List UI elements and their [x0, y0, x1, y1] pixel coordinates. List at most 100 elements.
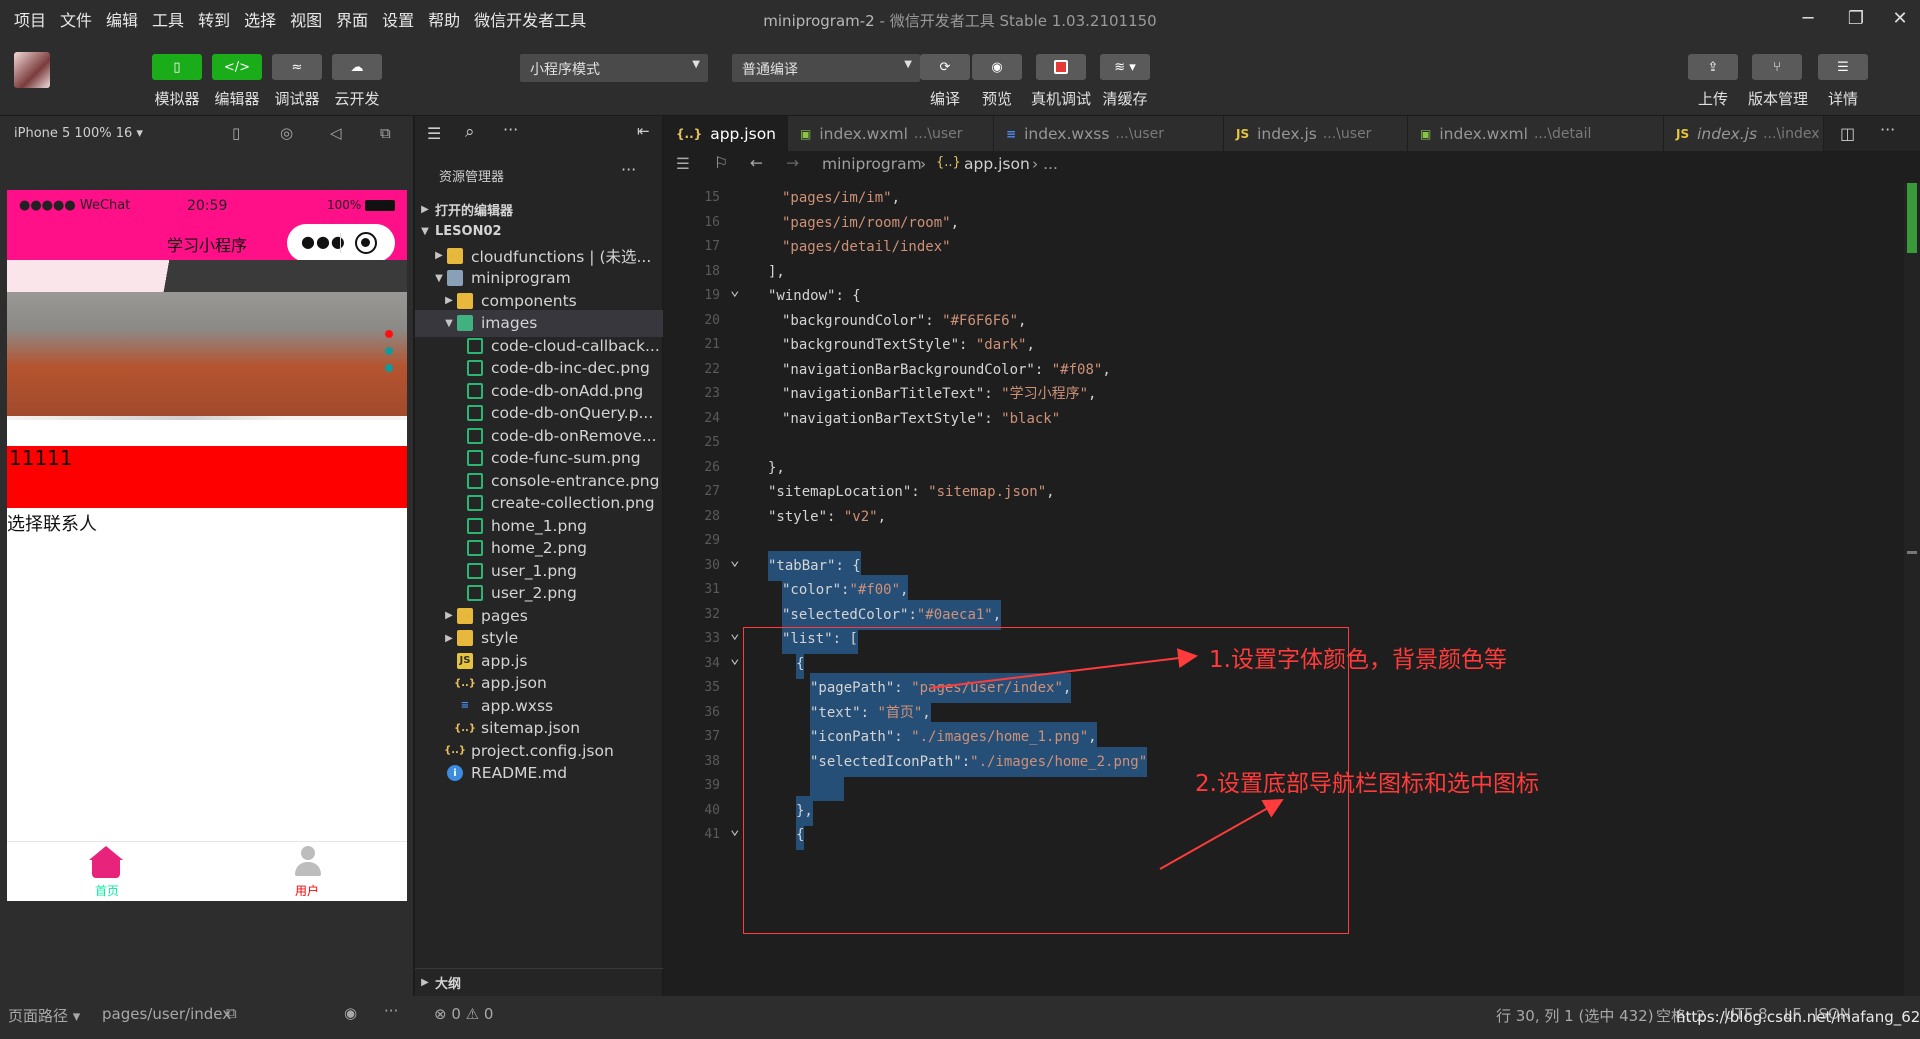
list-icon[interactable]: ☰ — [676, 155, 690, 173]
menu-edit[interactable]: 编辑 — [106, 7, 138, 31]
forward-arrow-icon[interactable]: → — [786, 154, 799, 172]
explorer-more-icon[interactable]: ··· — [621, 160, 636, 179]
status-battery: 100% — [327, 198, 362, 212]
chevron-down-icon[interactable]: ▼ — [441, 318, 457, 329]
chevron-right-icon[interactable]: ▶ — [441, 610, 457, 621]
swiper-banner[interactable] — [7, 260, 407, 420]
compile-select[interactable]: 普通编译 ▼ — [732, 54, 920, 82]
editor-tab-path: ...\detail — [1533, 125, 1592, 142]
status-bar-left: 页面路径 ▾ pages/user/index ⧉ ◉ ··· ⊗ 0 ⚠ 0 — [0, 996, 664, 1039]
window-icon[interactable]: ⧉ — [380, 124, 391, 142]
eye-icon[interactable]: ◉ — [344, 1004, 357, 1022]
clear-cache-button[interactable]: ≋ ▾ — [1100, 54, 1150, 80]
editor-tab[interactable]: {..}app.json✕ — [664, 116, 806, 151]
project-section[interactable]: ▼ LESON02 — [415, 218, 663, 245]
upload-button[interactable]: ⇪ — [1688, 54, 1738, 80]
menu-goto[interactable]: 转到 — [198, 7, 230, 31]
clear-cache-label: 清缓存 — [1102, 90, 1148, 108]
editor-tab[interactable]: JS index.js ...\index — [1664, 116, 1824, 151]
list-view-icon[interactable]: ☰ — [427, 124, 441, 143]
menu-view[interactable]: 视图 — [290, 7, 322, 31]
device-select[interactable]: iPhone 5 100% 16 ▾ — [14, 126, 143, 141]
editor-tab[interactable]: JS index.js ...\user — [1224, 116, 1408, 151]
chevron-right-icon[interactable]: ▶ — [431, 250, 447, 261]
json-icon: {..} — [444, 745, 466, 756]
problems-count[interactable]: ⊗ 0 ⚠ 0 — [434, 1005, 493, 1023]
preview-button[interactable]: ◉ — [972, 54, 1022, 80]
menu-settings[interactable]: 设置 — [382, 7, 414, 31]
tree-item[interactable]: i README.md — [415, 760, 663, 787]
remote-debug-button[interactable] — [1036, 54, 1086, 80]
json-icon: {..} — [454, 677, 476, 689]
compile-button[interactable]: ⟳ — [920, 54, 970, 80]
restore-icon[interactable]: ❐ — [1834, 4, 1878, 34]
close-icon[interactable]: ✕ — [1878, 4, 1920, 34]
more-icon[interactable]: ··· — [384, 1002, 398, 1020]
collapse-panel-icon[interactable]: ⇤ — [637, 122, 650, 140]
back-arrow-icon[interactable]: ← — [750, 154, 763, 172]
fold-chevron-icon[interactable]: ⌄ — [730, 643, 740, 673]
details-button[interactable]: ☰ — [1818, 54, 1868, 80]
folder-icon — [447, 247, 463, 264]
annotation-note-1: 1.设置字体颜色，背景颜色等 — [1209, 647, 1507, 673]
tab-user[interactable]: 用户 — [207, 842, 407, 901]
scrollbar[interactable] — [1904, 183, 1920, 996]
menu-file[interactable]: 文件 — [60, 7, 92, 31]
debugger-button[interactable]: ≈ — [272, 54, 322, 80]
menu-tools[interactable]: 工具 — [152, 7, 184, 31]
menu-wechat-devtools[interactable]: 微信开发者工具 — [474, 7, 586, 31]
menu-select[interactable]: 选择 — [244, 7, 276, 31]
chevron-right-icon[interactable]: ▶ — [441, 633, 457, 644]
mode-select[interactable]: 小程序模式 ▼ — [520, 54, 708, 82]
breadcrumb-file[interactable]: app.json — [964, 155, 1030, 173]
editor-button[interactable]: </> — [212, 54, 262, 80]
banner-dot[interactable] — [385, 347, 393, 355]
cloud-dev-button[interactable]: ☁ — [332, 54, 382, 80]
simulator-button[interactable]: ▯ — [152, 54, 202, 80]
editor-tab[interactable]: ▣ index.wxml ...\detail — [1408, 116, 1664, 151]
banner-dot[interactable] — [385, 364, 393, 372]
menu-capsule[interactable]: ●●● — [287, 224, 395, 262]
menu-project[interactable]: 项目 — [14, 7, 46, 31]
phone-rotate-icon[interactable]: ▯ — [232, 124, 240, 142]
minimize-icon[interactable]: ─ — [1786, 4, 1830, 34]
bookmark-icon[interactable]: ⚐ — [714, 154, 728, 172]
more-icon[interactable]: ··· — [503, 120, 518, 139]
menu-help[interactable]: 帮助 — [428, 7, 460, 31]
fold-chevron-icon[interactable]: ⌄ — [730, 545, 740, 575]
fold-chevron-icon[interactable]: ⌄ — [730, 814, 740, 844]
copy-icon[interactable]: ⧉ — [226, 1004, 237, 1022]
tab-user-label: 用户 — [294, 884, 319, 898]
search-icon[interactable]: ⌕ — [465, 122, 475, 142]
nav-title: 学习小程序 — [167, 236, 248, 255]
fold-chevron-icon[interactable]: ⌄ — [730, 275, 740, 305]
tabs-more-icon[interactable]: ··· — [1880, 120, 1895, 139]
editor-tab[interactable]: ≡ index.wxss ...\user — [994, 116, 1224, 151]
tab-bar: 首页 用户 — [7, 841, 407, 901]
banner-dot[interactable] — [385, 330, 393, 338]
chevron-down-icon[interactable]: ▼ — [431, 273, 447, 284]
record-icon[interactable]: ◎ — [280, 124, 293, 142]
upload-label: 上传 — [1697, 90, 1728, 108]
sound-icon[interactable]: ◁ — [330, 124, 342, 142]
tree-item-label: home_1.png — [491, 516, 587, 535]
cursor-position[interactable]: 行 30, 列 1 (选中 432) — [1496, 1005, 1654, 1026]
json-file-icon: {..} — [936, 155, 961, 170]
folder-icon — [457, 630, 473, 646]
outline-section[interactable]: ▶ 大纲 — [415, 968, 663, 995]
banner-image — [7, 292, 407, 416]
tree-item-label: create-collection.png — [491, 494, 655, 512]
choose-contact[interactable]: 选择联系人 — [7, 508, 407, 536]
chevron-right-icon[interactable]: ▶ — [441, 295, 457, 306]
editor-tab[interactable]: ▣ index.wxml ...\user — [788, 116, 994, 151]
page-path-label[interactable]: 页面路径 ▾ — [8, 1005, 80, 1026]
menu-interface[interactable]: 界面 — [336, 7, 368, 31]
status-bar-right: 行 30, 列 1 (选中 432) 空格: 2 UTF-8 LF JSON h… — [664, 996, 1920, 1039]
image-icon — [467, 450, 483, 466]
version-button[interactable]: ⑂ — [1752, 54, 1802, 80]
tab-home[interactable]: 首页 — [7, 842, 207, 901]
split-editor-icon[interactable]: ◫ — [1840, 124, 1855, 143]
avatar[interactable] — [14, 52, 50, 88]
breadcrumb-folder[interactable]: miniprogram — [822, 155, 922, 173]
close-target-icon[interactable] — [355, 232, 377, 254]
